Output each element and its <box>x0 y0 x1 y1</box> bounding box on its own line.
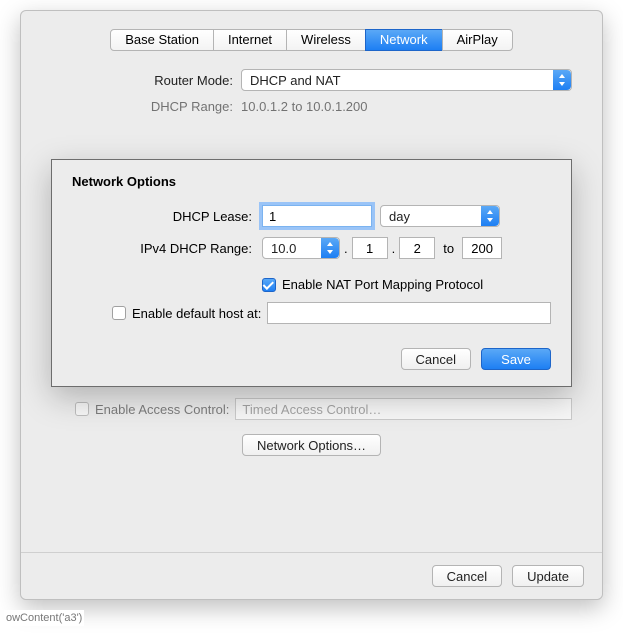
sheet-title: Network Options <box>72 174 551 189</box>
network-options-sheet: Network Options DHCP Lease: day IPv4 DHC… <box>51 159 572 387</box>
chevron-updown-icon <box>321 238 339 258</box>
ipv4-octet3-input[interactable] <box>352 237 388 259</box>
corner-text: owContent('a3') <box>4 610 84 626</box>
dot: . <box>340 241 352 256</box>
cancel-button[interactable]: Cancel <box>432 565 502 587</box>
router-mode-value: DHCP and NAT <box>250 73 341 88</box>
to-label: to <box>435 241 462 256</box>
tab-internet[interactable]: Internet <box>213 29 287 51</box>
tab-wireless[interactable]: Wireless <box>286 29 366 51</box>
dhcp-lease-unit-value: day <box>389 209 410 224</box>
router-mode-select[interactable]: DHCP and NAT <box>241 69 572 91</box>
dhcp-lease-input[interactable] <box>262 205 372 227</box>
checkbox-icon-unchecked <box>112 306 126 320</box>
settings-window: Base Station Internet Wireless Network A… <box>20 10 603 600</box>
ipv4-subnet-select[interactable]: 10.0 <box>262 237 340 259</box>
tab-airplay[interactable]: AirPlay <box>442 29 513 51</box>
tab-bar: Base Station Internet Wireless Network A… <box>21 11 602 51</box>
router-mode-label: Router Mode: <box>51 73 241 88</box>
ipv4-range-label: IPv4 DHCP Range: <box>72 241 262 256</box>
ipv4-end-input[interactable] <box>462 237 502 259</box>
chevron-updown-icon <box>553 70 571 90</box>
dhcp-lease-label: DHCP Lease: <box>72 209 262 224</box>
checkbox-icon-checked <box>262 278 276 292</box>
timed-access-control-input <box>235 398 572 420</box>
enable-default-host-label: Enable default host at: <box>132 306 261 321</box>
dhcp-lease-unit-select[interactable]: day <box>380 205 500 227</box>
sheet-save-button[interactable]: Save <box>481 348 551 370</box>
tab-network[interactable]: Network <box>365 29 443 51</box>
dot: . <box>388 241 400 256</box>
window-footer: Cancel Update <box>21 552 602 599</box>
enable-nat-pmp-checkbox[interactable]: Enable NAT Port Mapping Protocol <box>262 277 483 292</box>
default-host-input[interactable] <box>267 302 551 324</box>
update-button[interactable]: Update <box>512 565 584 587</box>
dhcp-range-label: DHCP Range: <box>51 99 241 114</box>
tab-base-station[interactable]: Base Station <box>110 29 214 51</box>
checkbox-icon-unchecked <box>75 402 89 416</box>
enable-access-control-checkbox[interactable]: Enable Access Control: <box>75 402 229 417</box>
enable-nat-pmp-label: Enable NAT Port Mapping Protocol <box>282 277 483 292</box>
network-options-button[interactable]: Network Options… <box>242 434 381 456</box>
sheet-cancel-button[interactable]: Cancel <box>401 348 471 370</box>
chevron-updown-icon <box>481 206 499 226</box>
sheet-footer: Cancel Save <box>72 348 551 370</box>
tablist: Base Station Internet Wireless Network A… <box>110 29 513 51</box>
dhcp-range-value: 10.0.1.2 to 10.0.1.200 <box>241 99 368 114</box>
ipv4-start-input[interactable] <box>399 237 435 259</box>
enable-default-host-checkbox[interactable]: Enable default host at: <box>112 306 261 321</box>
enable-access-control-label: Enable Access Control: <box>95 402 229 417</box>
ipv4-subnet-value: 10.0 <box>271 241 296 256</box>
